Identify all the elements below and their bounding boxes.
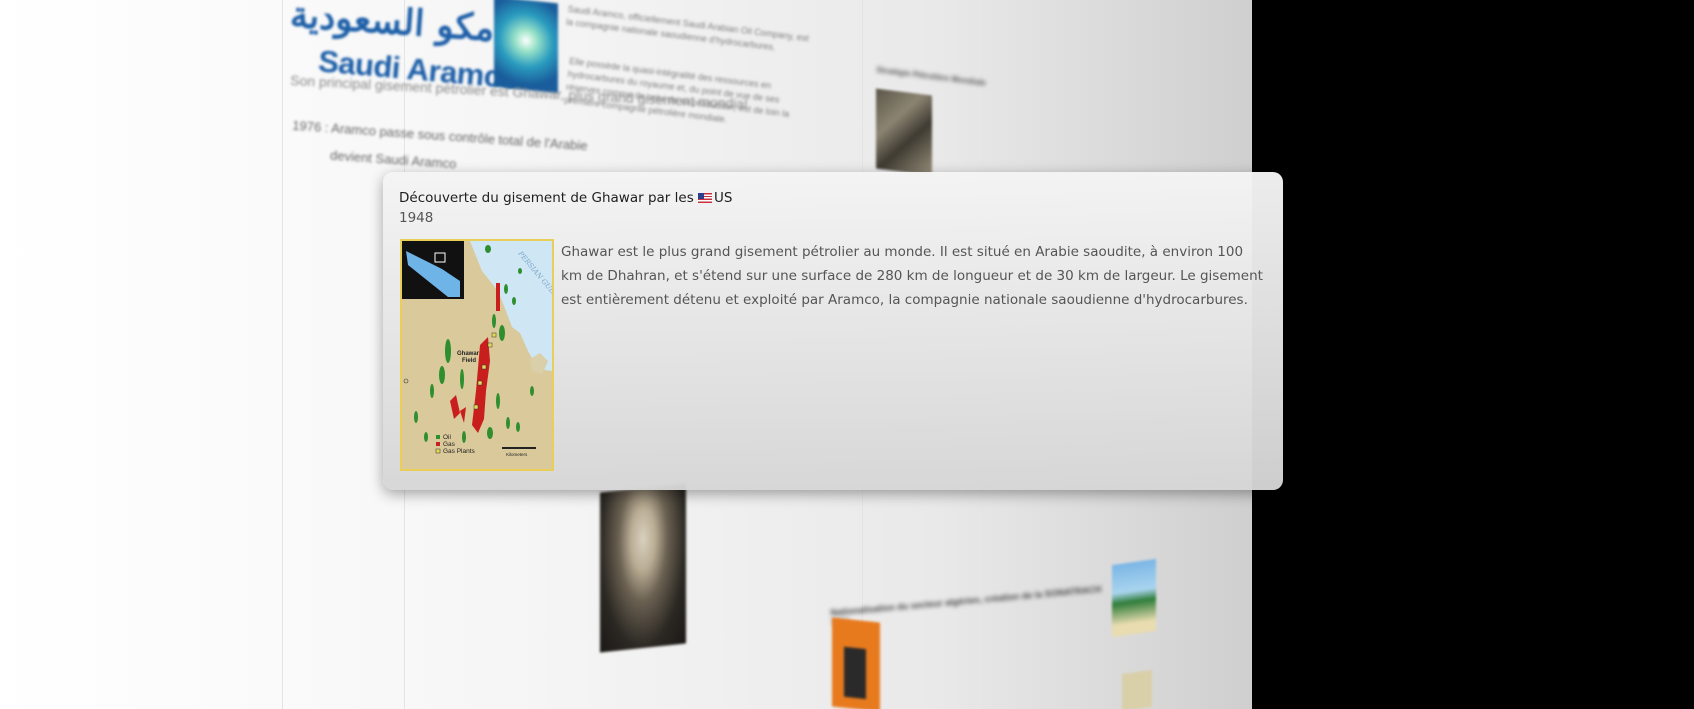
ghawar-field-map: Ghawar Field PERSIAN GULF Oil Gas Gas Pl… <box>400 239 554 471</box>
ghawar-map-graphic: Ghawar Field PERSIAN GULF Oil Gas Gas Pl… <box>402 241 552 469</box>
event-popup-card[interactable]: Découverte du gisement de Ghawar par les… <box>383 172 1283 490</box>
company-description: Elle possède la quasi-intégralité des re… <box>564 55 790 125</box>
svg-text:Ghawar: Ghawar <box>457 351 480 357</box>
event-title: Découverte du gisement de Ghawar par les… <box>399 190 732 206</box>
event-title-country: US <box>714 190 733 206</box>
sonatrach-logo <box>832 617 880 709</box>
map-thumbnail <box>1122 669 1152 709</box>
legend-gas-plants: Gas Plants <box>443 448 476 455</box>
us-flag-icon <box>698 193 713 203</box>
event-year: 1948 <box>399 210 434 226</box>
beach-photo <box>1112 558 1156 638</box>
nationalisation-title: Nationalisation du secteur algérien, cré… <box>830 584 1102 618</box>
aramco-logo <box>494 0 558 94</box>
oilfield-photo <box>876 88 932 176</box>
map-scale-label: Kilometers <box>506 452 528 457</box>
portrait-photo <box>600 483 686 653</box>
company-description: Saudi Aramco, officiellement Saudi Arabi… <box>565 3 810 53</box>
event-description: Ghawar est le plus grand gisement pétrol… <box>561 244 1263 308</box>
event-title-text: Découverte du gisement de Ghawar par les <box>399 190 699 206</box>
legend-oil: Oil <box>443 434 452 441</box>
black-backdrop <box>1252 0 1694 709</box>
stage: ارامكو السعودية Saudi Aramco Son princip… <box>0 0 1694 709</box>
legend-gas: Gas <box>443 441 456 448</box>
column-divider <box>282 0 283 709</box>
map-field-label: Field <box>462 358 476 364</box>
right-column-title: Stratégie Pétrolière Mondiale <box>875 65 987 88</box>
event-subline: devient Saudi Aramco <box>329 147 457 172</box>
